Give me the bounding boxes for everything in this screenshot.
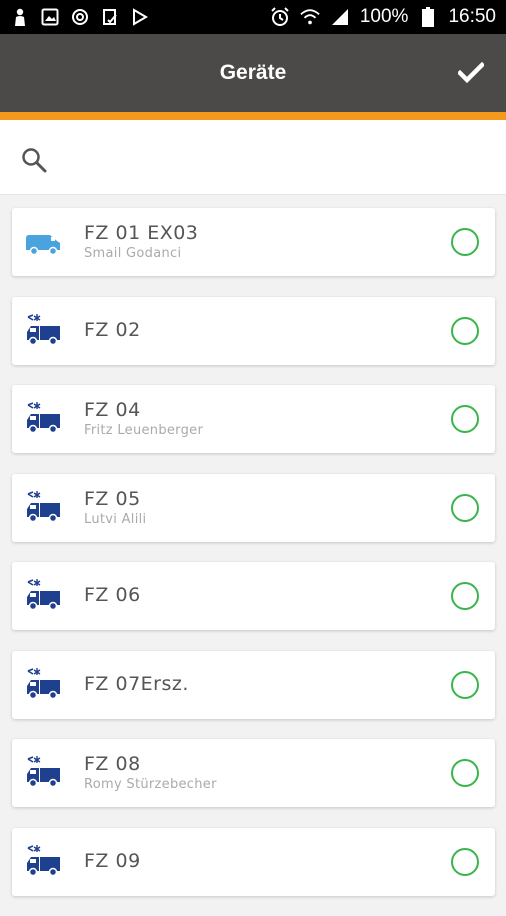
device-name: FZ 07Ersz. <box>84 672 189 695</box>
image-icon <box>40 7 60 27</box>
confirm-button[interactable] <box>454 56 488 90</box>
device-name: FZ 06 <box>84 584 141 606</box>
select-radio[interactable] <box>451 493 479 522</box>
device-list-item[interactable]: FZ 01 EX03 Smail Godanci <box>12 208 495 276</box>
checkmark-icon <box>458 62 484 84</box>
device-list-item[interactable]: FZ 07Ersz. <box>12 650 495 719</box>
status-bar-right: 100% 16:50 <box>270 6 496 28</box>
page-title: Geräte <box>219 61 287 84</box>
refrigerated-truck-icon <box>24 401 62 437</box>
signal-icon <box>330 7 350 27</box>
app-bar: Geräte <box>0 34 506 112</box>
device-driver: Romy Stürzebecher <box>84 777 217 792</box>
clock: 16:50 <box>448 6 496 27</box>
refrigerated-truck-icon <box>24 755 62 791</box>
status-bar: 100% 16:50 <box>0 0 506 34</box>
sync-icon <box>70 7 90 27</box>
select-radio[interactable] <box>451 316 479 345</box>
van-icon <box>24 224 62 260</box>
select-radio[interactable] <box>451 228 479 256</box>
device-list-item[interactable]: FZ 08 Romy Stürzebecher <box>12 739 495 807</box>
device-list-item[interactable]: FZ 04 Fritz Leuenberger <box>12 385 495 453</box>
device-list-item[interactable]: FZ 05 Lutvi Alili <box>12 473 495 542</box>
search-input[interactable] <box>62 138 486 180</box>
wifi-icon <box>300 7 320 27</box>
status-bar-left <box>10 7 150 27</box>
refrigerated-truck-icon <box>24 844 62 880</box>
search-bar <box>0 120 506 195</box>
select-radio[interactable] <box>451 847 479 876</box>
play-icon <box>130 7 150 27</box>
device-name: FZ 01 EX03 <box>84 222 199 244</box>
select-radio[interactable] <box>451 582 479 610</box>
select-radio[interactable] <box>451 670 479 699</box>
clipboard-icon <box>100 7 120 27</box>
device-list: FZ 01 EX03 Smail Godanci FZ 02 FZ 04 Fritz L… <box>12 208 495 916</box>
app-bar-accent <box>0 112 506 120</box>
battery-percent: 100% <box>359 6 409 27</box>
person-icon <box>10 7 30 27</box>
refrigerated-van-icon <box>24 667 62 703</box>
device-driver: Fritz Leuenberger <box>84 423 204 438</box>
device-name: FZ 02 <box>84 318 141 341</box>
device-name: FZ 08 <box>84 753 141 775</box>
device-driver: Lutvi Alili <box>84 511 147 527</box>
device-name: FZ 09 <box>84 849 141 872</box>
refrigerated-truck-icon <box>24 313 62 349</box>
device-driver: Smail Godanci <box>84 246 182 261</box>
refrigerated-truck-icon <box>24 578 62 614</box>
search-icon <box>20 146 48 174</box>
device-list-item[interactable]: FZ 02 <box>12 296 495 365</box>
device-list-item[interactable]: FZ 06 <box>12 562 495 630</box>
refrigerated-truck-icon <box>24 490 62 526</box>
device-name: FZ 05 <box>84 487 141 510</box>
alarm-icon <box>270 7 290 27</box>
device-list-item[interactable]: FZ 09 <box>12 827 495 896</box>
select-radio[interactable] <box>451 405 479 433</box>
battery-icon <box>418 7 438 27</box>
device-name: FZ 04 <box>84 399 141 421</box>
select-radio[interactable] <box>451 759 479 787</box>
